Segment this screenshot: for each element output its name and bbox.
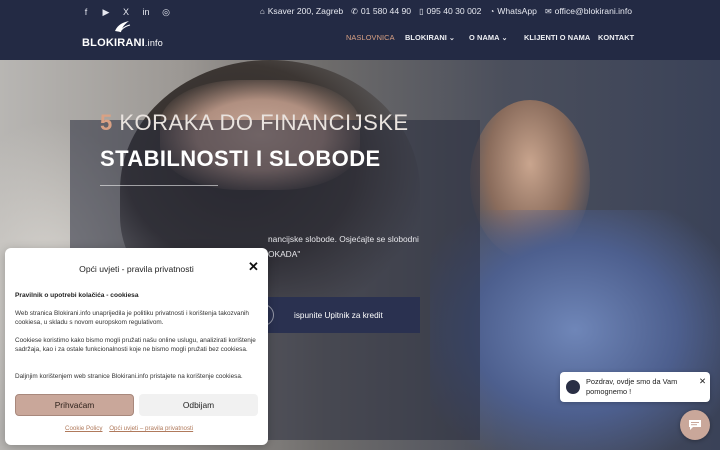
chat-line2: pomognemo ! bbox=[586, 386, 632, 396]
nav-naslovnica[interactable]: NASLOVNICA bbox=[346, 33, 395, 42]
cookie-title: Opći uvjeti - pravila privatnosti bbox=[79, 264, 194, 274]
chat-launcher-button[interactable] bbox=[680, 410, 710, 440]
youtube-icon[interactable]: ▶ bbox=[100, 6, 112, 18]
contact-email[interactable]: ✉ office@blokirani.info bbox=[545, 6, 632, 16]
nav-blokirani-label: BLOKIRANI bbox=[405, 33, 447, 42]
chat-line1: Pozdrav, ovdje smo da Vam bbox=[586, 377, 678, 386]
chat-avatar bbox=[566, 380, 580, 394]
questionnaire-button-label: ispunite Upitnik za kredit bbox=[294, 310, 383, 320]
nav-o-nama[interactable]: O NAMA ⌄ bbox=[469, 33, 508, 42]
contact-list: ⌂ Ksaver 200, Zagreb ✆ 01 580 44 90 ▯ 095 4… bbox=[260, 6, 632, 16]
facebook-icon[interactable]: f bbox=[80, 6, 92, 18]
contact-phone[interactable]: ✆ 01 580 44 90 bbox=[351, 6, 411, 16]
whatsapp-text: WhatsApp bbox=[497, 6, 537, 16]
email-text: office@blokirani.info bbox=[554, 6, 632, 16]
privacy-terms-link[interactable]: Opći uvjeti – pravila privatnosti bbox=[109, 425, 193, 432]
mobile-icon: ▯ bbox=[419, 6, 424, 16]
chat-icon bbox=[689, 420, 701, 430]
phone-icon: ✆ bbox=[351, 6, 358, 16]
close-icon[interactable]: ✕ bbox=[248, 260, 259, 273]
deny-button[interactable]: Odbijam bbox=[139, 394, 258, 416]
site-header: f ▶ X in ◎ ⌂ Ksaver 200, Zagreb ✆ 01 580 4… bbox=[0, 0, 720, 60]
title-divider bbox=[100, 185, 218, 186]
mobile-text: 095 40 30 002 bbox=[426, 6, 482, 16]
chat-greeting-text: Pozdrav, ovdje smo da Vam pomognemo ! bbox=[586, 377, 677, 396]
chat-greeting[interactable]: Pozdrav, ovdje smo da Vam pomognemo ! ✕ bbox=[560, 372, 710, 402]
phone-text: 01 580 44 90 bbox=[360, 6, 412, 16]
cookie-consent-dialog: Opći uvjeti - pravila privatnosti ✕ Prav… bbox=[5, 248, 268, 445]
main-nav: NASLOVNICA BLOKIRANI ⌄ O NAMA ⌄ KLIJENTI O… bbox=[0, 33, 720, 45]
hero-paragraph: nancijske slobode. Osjećajte se slobodni… bbox=[268, 232, 419, 262]
cookie-subtitle: Pravilnik o upotrebi kolačića - cookiesa bbox=[15, 292, 139, 299]
hero-title-number: 5 bbox=[100, 110, 113, 135]
hero-text-line1: nancijske slobode. Osjećajte se slobodni bbox=[268, 234, 419, 244]
nav-klijenti[interactable]: KLIJENTI O NAMA bbox=[524, 33, 590, 42]
whatsapp-icon: ◔ bbox=[489, 6, 495, 16]
accept-button[interactable]: Prihvaćam bbox=[15, 394, 134, 416]
contact-mobile[interactable]: ▯ 095 40 30 002 bbox=[419, 6, 481, 16]
cookie-links: Cookie Policy Opći uvjeti – pravila priv… bbox=[65, 425, 198, 432]
chevron-down-icon: ⌄ bbox=[448, 35, 455, 42]
nav-kontakt[interactable]: KONTAKT bbox=[598, 33, 634, 42]
mail-icon: ✉ bbox=[544, 6, 552, 16]
contact-address[interactable]: ⌂ Ksaver 200, Zagreb bbox=[260, 6, 343, 16]
hero-title-line2: STABILNOSTI I SLOBODE bbox=[100, 146, 381, 171]
logo-mark-icon bbox=[115, 21, 131, 33]
hero-title-text: KORAKA DO FINANCIJSKE bbox=[112, 110, 409, 135]
hero-text-line2: OKADA" bbox=[268, 249, 301, 259]
close-icon[interactable]: ✕ bbox=[699, 376, 706, 387]
cookie-policy-link[interactable]: Cookie Policy bbox=[65, 425, 103, 432]
address-text: Ksaver 200, Zagreb bbox=[267, 6, 344, 16]
hero-title-line1: 5 KORAKA DO FINANCIJSKE bbox=[100, 110, 409, 136]
cookie-paragraph-2: Cookiese koristimo kako bismo mogli pruž… bbox=[15, 337, 256, 354]
instagram-icon[interactable]: ◎ bbox=[160, 6, 172, 18]
linkedin-icon[interactable]: in bbox=[140, 6, 152, 18]
nav-blokirani[interactable]: BLOKIRANI ⌄ bbox=[405, 33, 455, 42]
chevron-down-icon: ⌄ bbox=[501, 35, 508, 42]
home-icon: ⌂ bbox=[259, 6, 265, 16]
cookie-paragraph-3: Daljnjim korištenjem web stranice Blokir… bbox=[15, 373, 243, 380]
x-icon[interactable]: X bbox=[120, 6, 132, 18]
cookie-paragraph-1: Web stranica Blokirani.info unaprijedila… bbox=[15, 310, 249, 327]
contact-whatsapp[interactable]: ◔ WhatsApp bbox=[489, 6, 537, 16]
nav-o-nama-label: O NAMA bbox=[469, 33, 500, 42]
